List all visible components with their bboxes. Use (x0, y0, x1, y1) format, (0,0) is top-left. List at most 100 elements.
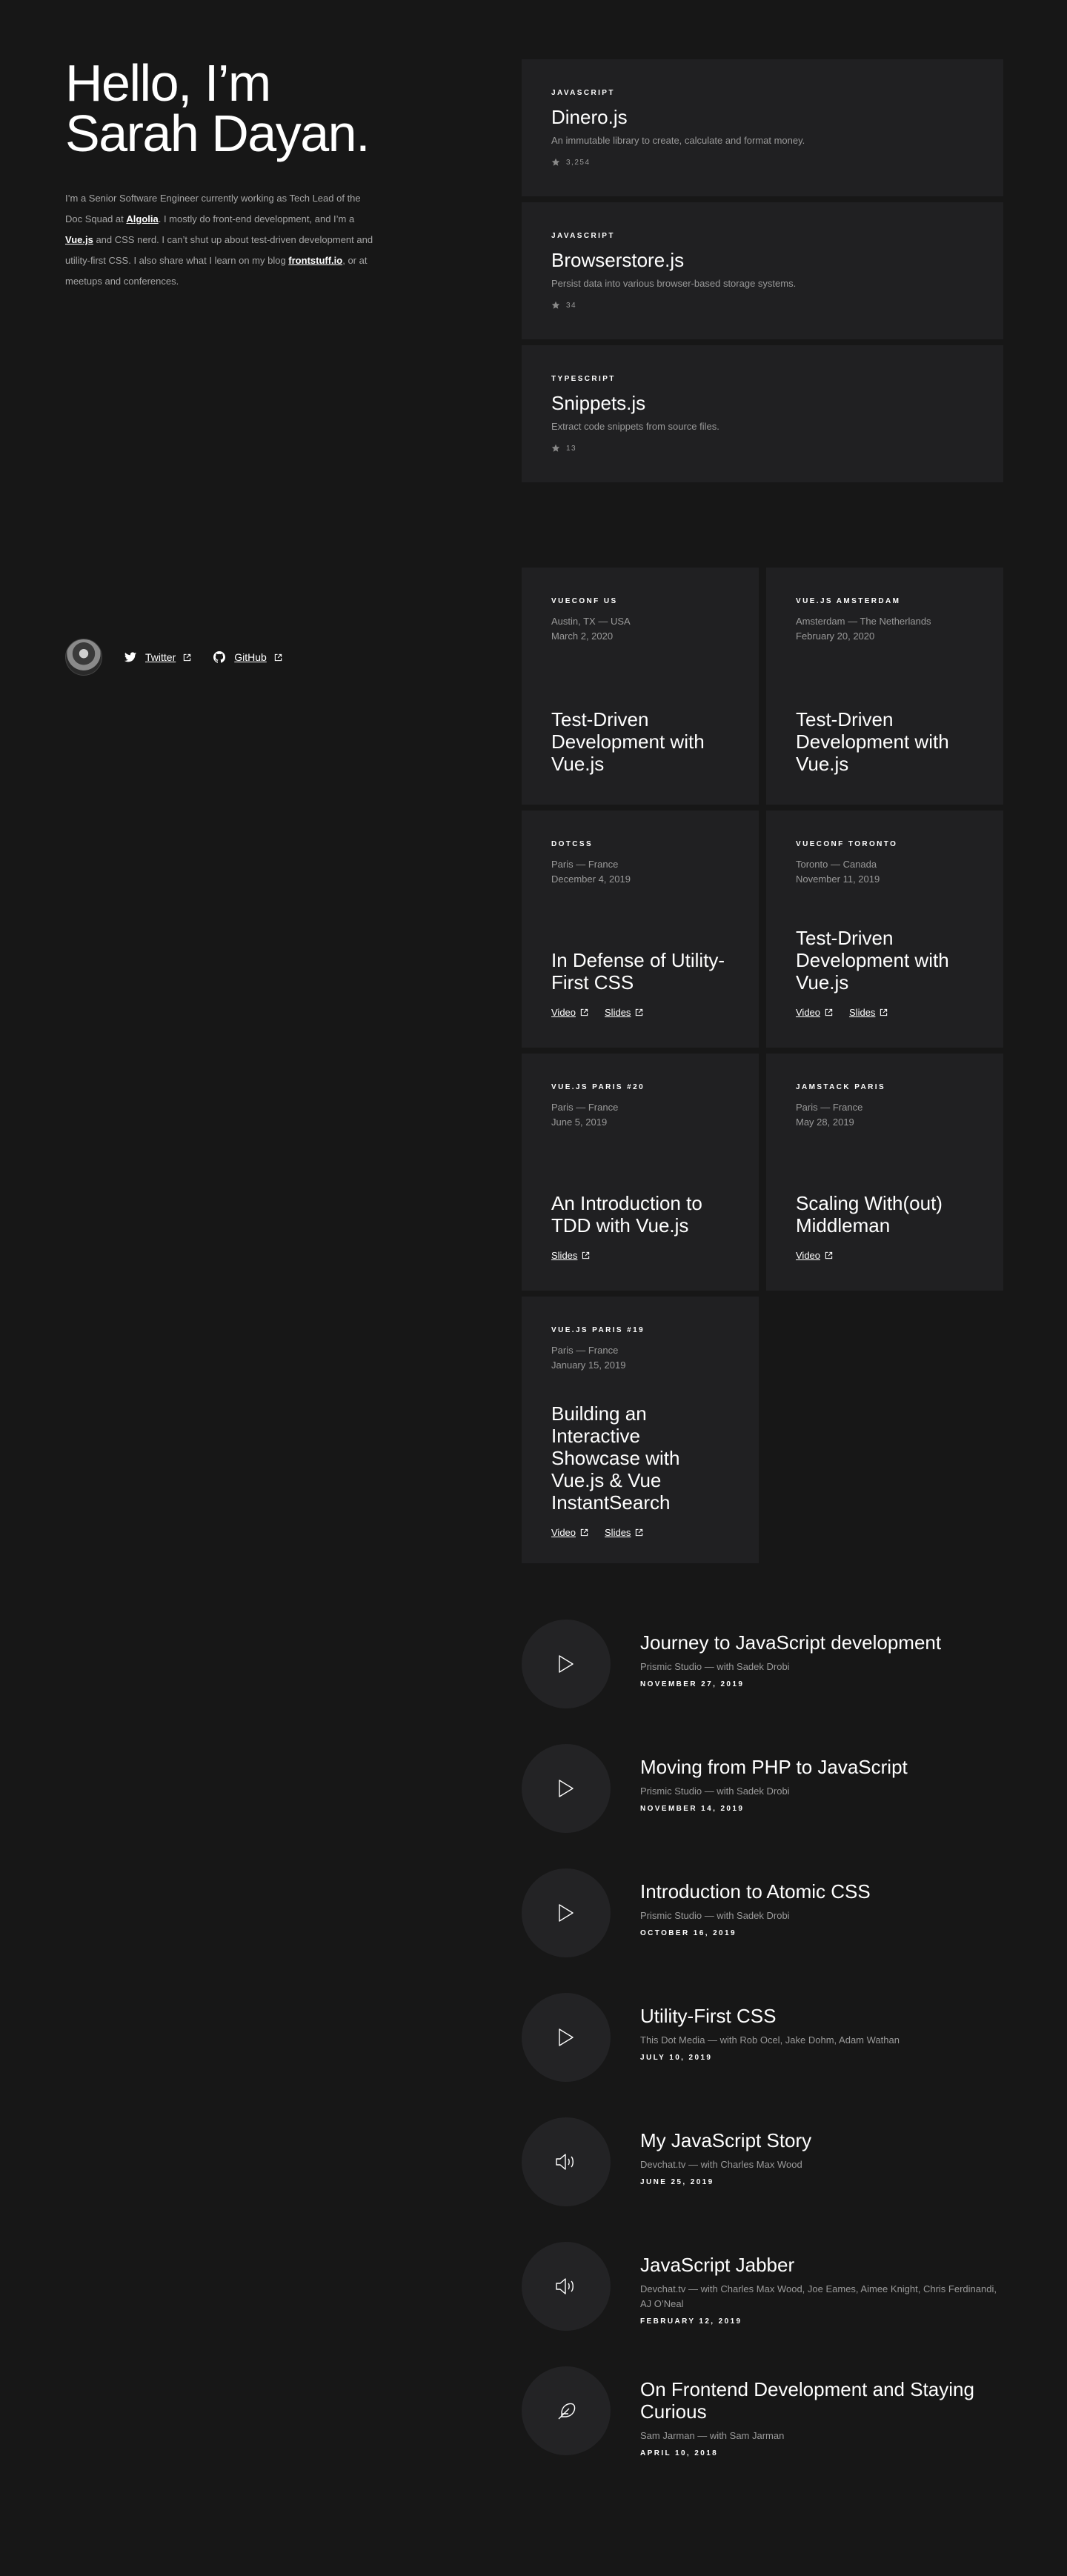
project-card[interactable]: JAVASCRIPT Dinero.js An immutable library … (522, 59, 1003, 196)
talk-link-label: Slides (605, 1527, 631, 1538)
github-icon (213, 651, 226, 663)
project-name[interactable]: Browserstore.js (551, 249, 974, 272)
talk-video-link[interactable]: Video (551, 1527, 588, 1538)
talk-slides-link[interactable]: Slides (849, 1007, 888, 1018)
talk-slides-link[interactable]: Slides (605, 1007, 643, 1018)
vue-link[interactable]: Vue.js (65, 234, 93, 245)
episode-title[interactable]: JavaScript Jabber (640, 2254, 1003, 2276)
episode-media-button[interactable] (522, 1868, 611, 1957)
talk-date: May 28, 2019 (796, 1116, 854, 1128)
episode-date: NOVEMBER 14, 2019 (640, 1805, 745, 1813)
talk-location: Paris — France (551, 1345, 619, 1356)
talk-video-link[interactable]: Video (796, 1250, 833, 1261)
talk-title: Building an Interactive Showcase with Vu… (551, 1402, 680, 1514)
intro-section: Hello, I’m Sarah Dayan. I’m a Senior Sof… (65, 57, 376, 292)
episode-title[interactable]: Journey to JavaScript development (640, 1631, 1003, 1654)
episode-media-button[interactable] (522, 1993, 611, 2082)
title-line-2: Sarah Dayan. (65, 104, 370, 162)
talk-links: Video Slides (796, 1007, 981, 1018)
episode-title[interactable]: Introduction to Atomic CSS (640, 1880, 1003, 1903)
talk-date: January 15, 2019 (551, 1359, 626, 1371)
project-description: An immutable library to create, calculat… (551, 135, 805, 146)
talk-event: VUECONF US (551, 597, 618, 605)
talk-location: Amsterdam — The Netherlands (796, 616, 931, 627)
episode-media-button[interactable] (522, 2242, 611, 2331)
episode-item: Moving from PHP to JavaScript Prismic Stu… (522, 1744, 1003, 1868)
external-link-icon (580, 1008, 588, 1016)
episode-meta: This Dot Media — with Rob Ocel, Jake Doh… (640, 2034, 900, 2046)
talk-location: Austin, TX — USA (551, 616, 631, 627)
project-language: TYPESCRIPT (551, 375, 616, 383)
blog-link[interactable]: frontstuff.io (288, 255, 342, 266)
star-count: 34 (566, 301, 577, 310)
project-name[interactable]: Dinero.js (551, 106, 974, 129)
external-link-icon (636, 1008, 643, 1016)
episode-item: Introduction to Atomic CSS Prismic Studio… (522, 1868, 1003, 1993)
talk-video-link[interactable]: Video (796, 1007, 833, 1018)
episode-media-button[interactable] (522, 1744, 611, 1833)
episode-title[interactable]: My JavaScript Story (640, 2129, 1003, 2151)
talk-location: Toronto — Canada (796, 859, 877, 870)
external-link-icon (184, 653, 191, 661)
talk-link-label: Video (551, 1527, 576, 1538)
talk-video-link[interactable]: Video (551, 1007, 588, 1018)
talk-date: December 4, 2019 (551, 873, 631, 885)
talk-title: Test-Driven Development with Vue.js (551, 708, 705, 775)
talk-card: VUECONF US Austin, TX — USA March 2, 2020 T… (522, 568, 759, 805)
algolia-link[interactable]: Algolia (126, 213, 158, 224)
external-link-icon (580, 1528, 588, 1537)
talk-event: VUE.JS PARIS #20 (551, 1083, 645, 1091)
talk-bottom: Scaling With(out) Middleman Video (796, 1192, 981, 1261)
talk-bottom: An Introduction to TDD with Vue.js Slides (551, 1192, 737, 1261)
episode-title[interactable]: On Frontend Development and Staying Curi… (640, 2378, 1003, 2423)
talk-date: March 2, 2020 (551, 630, 614, 642)
star-icon (551, 301, 560, 309)
talk-slides-link[interactable]: Slides (605, 1527, 643, 1538)
twitter-label: Twitter (145, 651, 176, 663)
episode-meta: Prismic Studio — with Sadek Drobi (640, 1910, 790, 1921)
github-link[interactable]: GitHub (213, 651, 282, 663)
talk-card: VUE.JS AMSTERDAM Amsterdam — The Netherla… (766, 568, 1003, 805)
episode-title[interactable]: Utility-First CSS (640, 2005, 1003, 2027)
project-name[interactable]: Snippets.js (551, 392, 974, 415)
projects-section: JAVASCRIPT Dinero.js An immutable library … (522, 59, 1003, 488)
avatar (65, 639, 102, 676)
external-link-icon (636, 1528, 643, 1537)
talk-slides-link[interactable]: Slides (551, 1250, 590, 1261)
project-description: Persist data into various browser-based … (551, 278, 797, 289)
episode-media-button[interactable] (522, 2117, 611, 2206)
page-title: Hello, I’m Sarah Dayan. (65, 57, 376, 162)
project-stars: 3,254 (551, 158, 974, 167)
episode-body: On Frontend Development and Staying Curi… (640, 2366, 1003, 2457)
episode-date: JUNE 25, 2019 (640, 2178, 714, 2186)
external-link-icon (825, 1251, 833, 1259)
project-stars: 13 (551, 444, 974, 453)
project-card[interactable]: TYPESCRIPT Snippets.js Extract code snippe… (522, 345, 1003, 482)
talk-location: Paris — France (796, 1102, 863, 1113)
external-link-icon (582, 1251, 590, 1259)
project-language: JAVASCRIPT (551, 232, 615, 240)
talk-link-label: Slides (605, 1007, 631, 1018)
talk-card: DOTCSS Paris — France December 4, 2019 In D… (522, 811, 759, 1048)
project-stars: 34 (551, 301, 974, 310)
talk-link-label: Video (796, 1007, 821, 1018)
project-card[interactable]: JAVASCRIPT Browserstore.js Persist data in… (522, 202, 1003, 339)
episode-body: Utility-First CSS This Dot Media — with R… (640, 1993, 1003, 2062)
episode-meta: Devchat.tv — with Charles Max Wood, Joe … (640, 2283, 997, 2309)
play-icon (559, 1655, 574, 1673)
episode-date: OCTOBER 16, 2019 (640, 1929, 737, 1937)
talk-title: In Defense of Utility-First CSS (551, 949, 725, 994)
talk-bottom: In Defense of Utility-First CSS Video Slid… (551, 949, 737, 1018)
episode-title[interactable]: Moving from PHP to JavaScript (640, 1756, 1003, 1778)
episode-item: On Frontend Development and Staying Curi… (522, 2366, 1003, 2491)
episode-media-button[interactable] (522, 1620, 611, 1708)
bio-paragraph: I’m a Senior Software Engineer currently… (65, 188, 376, 292)
project-description: Extract code snippets from source files. (551, 421, 719, 432)
twitter-link[interactable]: Twitter (124, 651, 191, 663)
external-link-icon (825, 1008, 833, 1016)
episode-media-button[interactable] (522, 2366, 611, 2455)
episode-meta: Sam Jarman — with Sam Jarman (640, 2430, 785, 2441)
play-icon (559, 2028, 574, 2046)
play-icon (559, 1904, 574, 1922)
episode-meta: Prismic Studio — with Sadek Drobi (640, 1785, 790, 1797)
